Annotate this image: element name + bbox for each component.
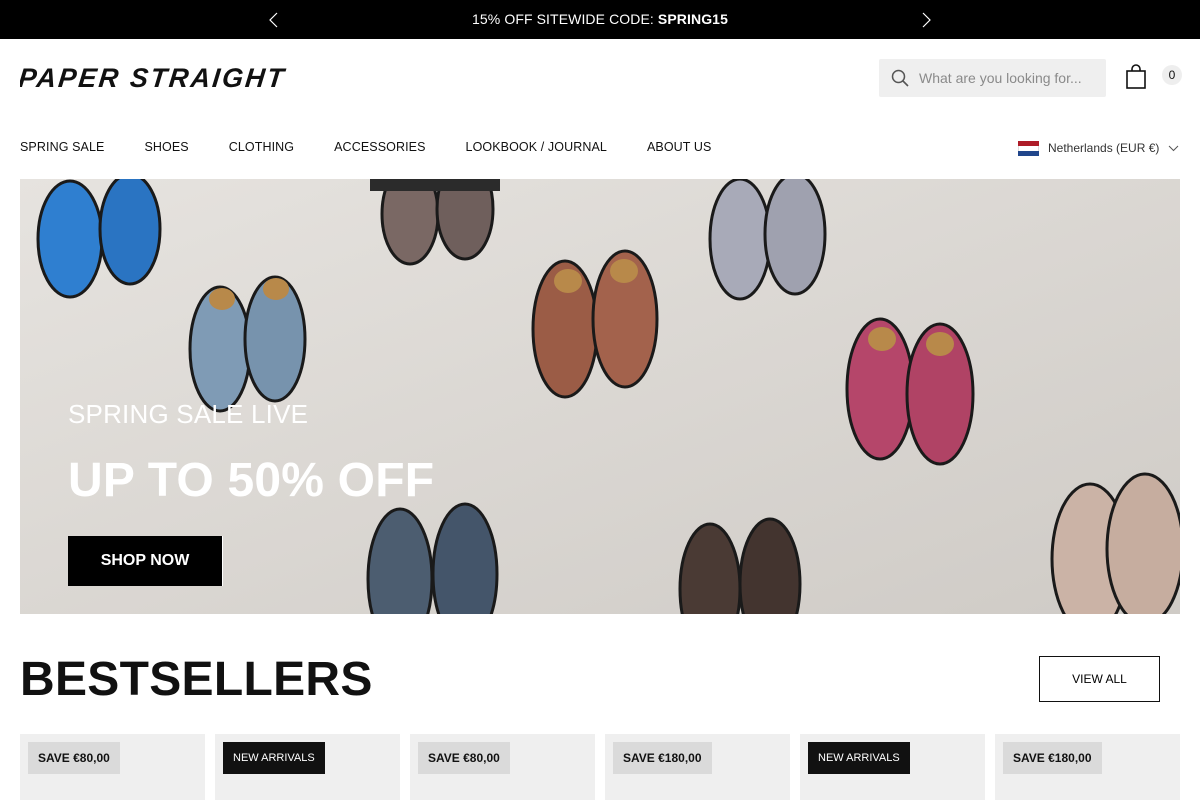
product-card[interactable]: SAVE €80,00 (410, 734, 595, 800)
shopping-bag-icon[interactable] (1124, 64, 1148, 90)
nav-lookbook-journal[interactable]: LOOKBOOK / JOURNAL (466, 140, 607, 156)
brand-logo[interactable]: PAPER STRAIGHT (20, 64, 320, 92)
nav-spring-sale[interactable]: SPRING SALE (20, 140, 104, 156)
discount-badge: SAVE €80,00 (28, 742, 120, 774)
search-icon (891, 69, 909, 87)
view-all-button[interactable]: VIEW ALL (1039, 656, 1160, 702)
product-grid: SAVE €80,00 NEW ARRIVALS SAVE €80,00 SAV… (20, 734, 1180, 800)
product-card[interactable]: NEW ARRIVALS (215, 734, 400, 800)
discount-badge: SAVE €180,00 (1003, 742, 1102, 774)
announcement-bar: 15% OFF SITEWIDE CODE: SPRING15 (0, 0, 1200, 39)
brand-logo-text: PAPER STRAIGHT (20, 64, 288, 92)
netherlands-flag-icon (1018, 140, 1039, 156)
chevron-down-icon (1169, 145, 1179, 151)
hero-kicker: SPRING SALE LIVE (68, 399, 309, 429)
product-card[interactable]: SAVE €180,00 (995, 734, 1180, 800)
announcement-message: 15% OFF SITEWIDE CODE: (472, 11, 658, 27)
hero-banner[interactable]: SPRING SALE LIVE UP TO 50% OFF SHOP NOW (20, 179, 1180, 614)
shop-now-button[interactable]: SHOP NOW (68, 536, 223, 586)
new-arrivals-badge: NEW ARRIVALS (808, 742, 910, 774)
discount-badge: SAVE €80,00 (418, 742, 510, 774)
product-card[interactable]: NEW ARRIVALS (800, 734, 985, 800)
section-title: BESTSELLERS (20, 653, 373, 706)
locale-label: Netherlands (EUR €) (1048, 141, 1160, 155)
nav-clothing[interactable]: CLOTHING (229, 140, 294, 156)
chevron-right-icon[interactable] (914, 8, 938, 32)
product-card[interactable]: SAVE €180,00 (605, 734, 790, 800)
search-box[interactable] (879, 59, 1106, 97)
hero-headline: UP TO 50% OFF (68, 454, 435, 507)
search-input[interactable] (919, 59, 1099, 97)
product-card[interactable]: SAVE €80,00 (20, 734, 205, 800)
nav-accessories[interactable]: ACCESSORIES (334, 140, 425, 156)
locale-selector[interactable]: Netherlands (EUR €) (1018, 139, 1179, 157)
discount-badge: SAVE €180,00 (613, 742, 712, 774)
cart-count-badge[interactable]: 0 (1162, 65, 1182, 85)
nav-about-us[interactable]: ABOUT US (647, 140, 711, 156)
promo-code: SPRING15 (657, 11, 728, 27)
main-nav: SPRING SALE SHOES CLOTHING ACCESSORIES L… (20, 140, 751, 156)
announcement-text: 15% OFF SITEWIDE CODE: SPRING15 (0, 11, 1200, 27)
new-arrivals-badge: NEW ARRIVALS (223, 742, 325, 774)
nav-shoes[interactable]: SHOES (144, 140, 188, 156)
